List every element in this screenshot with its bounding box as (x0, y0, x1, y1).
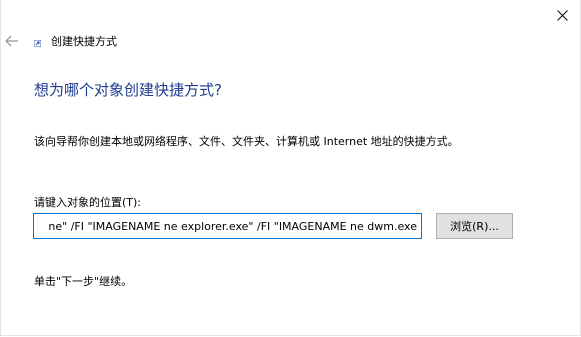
wizard-description: 该向导帮你创建本地或网络程序、文件、文件夹、计算机或 Internet 地址的快… (34, 135, 459, 148)
location-label: 请键入对象的位置(T): (34, 196, 142, 209)
location-input[interactable] (33, 213, 422, 239)
window-title: 创建快捷方式 (51, 35, 117, 48)
close-button[interactable] (543, 0, 581, 30)
shortcut-wizard-icon (34, 40, 41, 47)
shortcut-wizard-window: 创建快捷方式 想为哪个对象创建快捷方式? 该向导帮你创建本地或网络程序、文件、文… (0, 0, 581, 336)
close-icon (556, 9, 568, 21)
page-heading: 想为哪个对象创建快捷方式? (34, 81, 222, 99)
next-step-hint: 单击"下一步"继续。 (34, 275, 133, 288)
back-button[interactable] (3, 33, 21, 49)
browse-button[interactable]: 浏览(R)... (436, 213, 513, 239)
back-arrow-icon (5, 35, 18, 47)
